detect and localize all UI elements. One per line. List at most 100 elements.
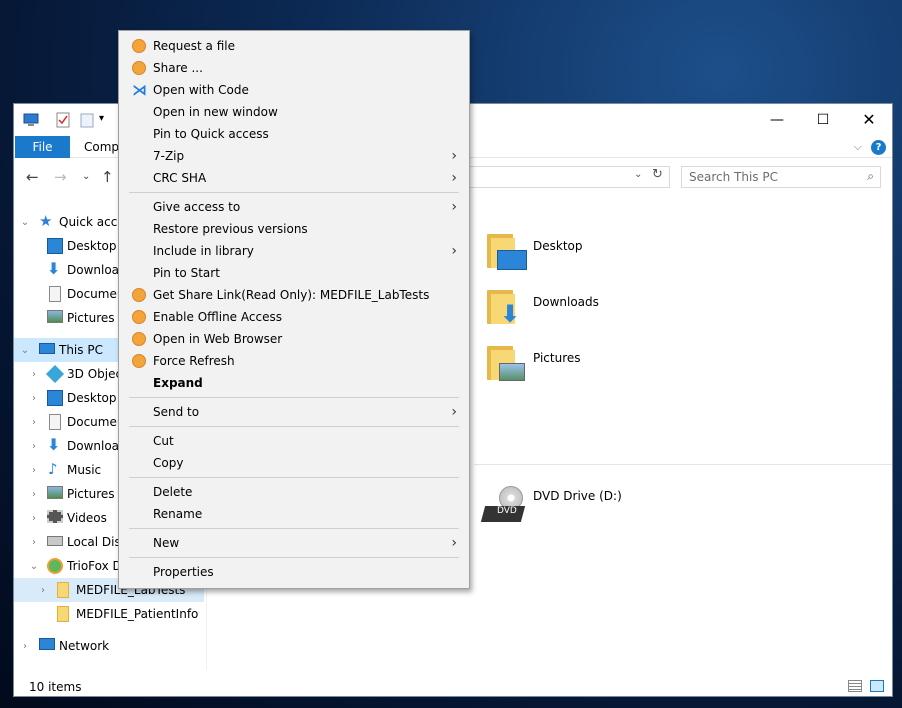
menu-label: 7-Zip — [153, 149, 185, 163]
properties-icon[interactable] — [55, 112, 71, 128]
close-button[interactable]: ✕ — [846, 104, 892, 135]
triofox-icon — [132, 39, 146, 53]
menu-label: Get Share Link(Read Only): MEDFILE_LabTe… — [153, 288, 430, 302]
nav-label: Desktop — [67, 239, 117, 253]
nav-label: This PC — [59, 343, 103, 357]
details-view-icon[interactable] — [848, 680, 862, 692]
folder-tile-downloads[interactable]: ⬇ Downloads — [487, 290, 607, 334]
menu-item-crc-sha[interactable]: CRC SHA › — [121, 167, 467, 189]
triofox-icon — [132, 354, 146, 368]
folder-icon — [487, 346, 525, 381]
help-icon[interactable]: ? — [871, 140, 886, 155]
menu-item-enable-offline[interactable]: Enable Offline Access — [121, 306, 467, 328]
chevron-down-icon[interactable]: ⌄ — [29, 561, 39, 572]
menu-item-pin-quick-access[interactable]: Pin to Quick access — [121, 123, 467, 145]
item-count: 10 items — [29, 680, 82, 694]
menu-item-get-share-link[interactable]: Get Share Link(Read Only): MEDFILE_LabTe… — [121, 284, 467, 306]
folder-label: Downloads — [533, 295, 599, 309]
menu-label: Enable Offline Access — [153, 310, 282, 324]
qat-dropdown-icon[interactable]: ▾ — [99, 113, 104, 124]
nav-medfile-patientinfo[interactable]: MEDFILE_PatientInfo — [14, 602, 204, 626]
up-arrow-icon[interactable]: ↑ — [101, 168, 114, 186]
menu-item-force-refresh[interactable]: Force Refresh — [121, 350, 467, 372]
menu-item-give-access[interactable]: Give access to › — [121, 196, 467, 218]
menu-item-rename[interactable]: Rename — [121, 503, 467, 525]
menu-label: Request a file — [153, 39, 236, 53]
tab-file[interactable]: File — [15, 136, 70, 158]
pictures-icon — [47, 310, 63, 323]
address-dropdown-icon[interactable]: ⌄ — [634, 169, 642, 180]
chevron-right-icon[interactable]: › — [29, 417, 39, 428]
menu-label: Send to — [153, 405, 200, 419]
menu-item-cut[interactable]: Cut — [121, 430, 467, 452]
folder-icon — [57, 606, 69, 622]
folder-tile-pictures[interactable]: Pictures — [487, 346, 607, 390]
folder-icon: ⬇ — [487, 290, 520, 326]
menu-item-new[interactable]: New › — [121, 532, 467, 554]
menu-item-request-file[interactable]: Request a file — [121, 35, 467, 57]
chevron-right-icon[interactable]: › — [29, 537, 39, 548]
back-arrow-icon[interactable]: ← — [26, 168, 39, 186]
menu-item-delete[interactable]: Delete — [121, 481, 467, 503]
chevron-right-icon[interactable]: › — [38, 585, 48, 596]
dvd-badge: DVD — [497, 506, 517, 516]
refresh-icon[interactable]: ↻ — [652, 167, 663, 182]
chevron-right-icon[interactable]: › — [29, 441, 39, 452]
new-folder-icon[interactable] — [79, 112, 95, 128]
menu-label: Open in Web Browser — [153, 332, 283, 346]
submenu-arrow-icon: › — [451, 199, 457, 215]
menu-item-open-with-code[interactable]: ⋊ Open with Code — [121, 79, 467, 101]
large-icons-view-icon[interactable] — [870, 680, 884, 692]
menu-label: Pin to Start — [153, 266, 220, 280]
menu-item-open-web-browser[interactable]: Open in Web Browser — [121, 328, 467, 350]
menu-label: Rename — [153, 507, 203, 521]
menu-item-send-to[interactable]: Send to › — [121, 401, 467, 423]
documents-icon — [49, 414, 61, 430]
nav-label: Network — [59, 639, 110, 653]
search-placeholder: Search This PC — [689, 170, 778, 184]
computer-icon[interactable] — [23, 112, 39, 128]
chevron-right-icon[interactable]: › — [29, 369, 39, 380]
menu-item-open-new-window[interactable]: Open in new window — [121, 101, 467, 123]
menu-separator — [129, 397, 459, 398]
menu-item-copy[interactable]: Copy — [121, 452, 467, 474]
menu-separator — [129, 528, 459, 529]
chevron-right-icon[interactable]: › — [29, 393, 39, 404]
menu-item-restore-versions[interactable]: Restore previous versions — [121, 218, 467, 240]
search-input[interactable]: Search This PC ⌕ — [681, 166, 881, 188]
nav-network[interactable]: › Network — [14, 634, 204, 658]
nav-label: Quick acce — [59, 215, 125, 229]
chevron-right-icon[interactable]: › — [29, 513, 39, 524]
menu-label: Expand — [153, 376, 203, 390]
chevron-right-icon[interactable]: › — [20, 641, 30, 652]
folder-tile-desktop[interactable]: Desktop — [487, 234, 607, 278]
nav-label: Documen — [67, 287, 125, 301]
menu-item-7zip[interactable]: 7-Zip › — [121, 145, 467, 167]
menu-label: Cut — [153, 434, 174, 448]
drive-tile-dvd[interactable]: DVD DVD Drive (D:) — [480, 486, 641, 530]
folder-icon — [487, 234, 527, 270]
chevron-right-icon[interactable]: › — [29, 489, 39, 500]
menu-item-pin-start[interactable]: Pin to Start — [121, 262, 467, 284]
nav-label: MEDFILE_PatientInfo — [76, 607, 199, 621]
videos-icon — [47, 510, 63, 523]
menu-item-include-library[interactable]: Include in library › — [121, 240, 467, 262]
menu-item-share[interactable]: Share ... — [121, 57, 467, 79]
menu-item-properties[interactable]: Properties — [121, 561, 467, 583]
star-icon: ★ — [39, 212, 53, 230]
folder-label: Pictures — [533, 351, 581, 365]
minimize-button[interactable]: — — [754, 104, 800, 135]
chevron-down-icon[interactable]: ⌄ — [20, 345, 30, 356]
download-arrow-icon: ⬇ — [47, 435, 61, 454]
menu-label: Include in library — [153, 244, 254, 258]
chevron-down-icon[interactable]: ⌄ — [20, 217, 30, 228]
menu-item-expand[interactable]: Expand — [121, 372, 467, 394]
chevron-right-icon[interactable]: › — [29, 465, 39, 476]
menu-label: Pin to Quick access — [153, 127, 269, 141]
folder-icon — [57, 582, 69, 598]
recent-locations-icon[interactable]: ⌄ — [82, 171, 90, 182]
ribbon-expand-icon[interactable]: ⌵ — [854, 140, 862, 154]
forward-arrow-icon[interactable]: → — [54, 168, 67, 186]
menu-label: CRC SHA — [153, 171, 207, 185]
maximize-button[interactable]: ☐ — [800, 104, 846, 135]
